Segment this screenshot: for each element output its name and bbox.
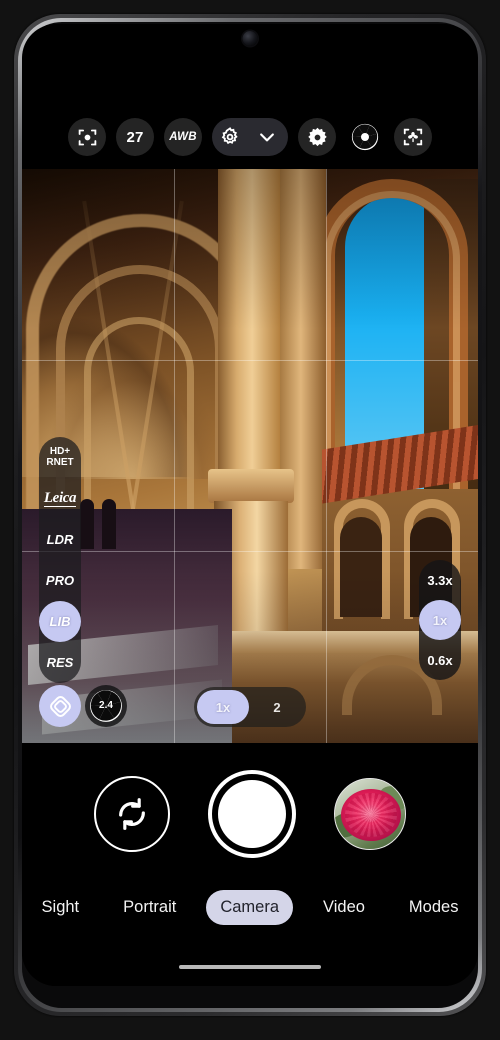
white-balance-button[interactable]: AWB — [164, 118, 202, 156]
lens-2-label: 2 — [273, 699, 281, 715]
settings-expand-group — [212, 118, 288, 156]
macro-flower-frame-icon[interactable] — [394, 118, 432, 156]
filter-diamond-icon[interactable] — [39, 685, 81, 727]
phone-screen: 27 AWB HD+ RNET Leica LDR PRO LIB RES 2.… — [22, 24, 478, 986]
mode-hd-rnet-button[interactable]: HD+ RNET — [39, 437, 81, 478]
mode-tab-video-label: Video — [323, 897, 365, 916]
gallery-thumbnail-button[interactable] — [334, 778, 406, 850]
notch-area — [22, 24, 478, 64]
zoom-3.3x-label: 3.3x — [427, 572, 453, 588]
mode-tab-modes[interactable]: Modes — [395, 890, 473, 925]
camera-top-toolbar: 27 AWB — [22, 107, 478, 167]
viewfinder-bottom-left-controls: 2.4 — [39, 685, 127, 727]
ai-scene-focus-frame-icon[interactable] — [68, 118, 106, 156]
shot-count-label: 27 — [126, 128, 144, 146]
mode-tab-camera[interactable]: Camera — [206, 889, 294, 925]
mode-tab-video[interactable]: Video — [309, 890, 379, 925]
mode-tab-portrait-label: Portrait — [123, 897, 177, 916]
lens-2-button[interactable]: 2 — [251, 690, 303, 724]
mode-ldr-label: LDR — [46, 531, 74, 547]
zoom-0.6x-label: 0.6x — [427, 652, 453, 668]
lens-1x-button[interactable]: 1x — [197, 690, 249, 724]
aperture-value-label: 2.4 — [99, 700, 113, 711]
camera-bottom-controls: Sight Portrait Camera Video Modes — [22, 743, 478, 986]
viewfinder-left-mode-strip: HD+ RNET Leica LDR PRO LIB RES — [39, 437, 81, 683]
mode-hd-rnet-label: HD+ RNET — [46, 446, 74, 468]
lens-1x-label: 1x — [215, 699, 231, 715]
waterdrop-notch — [213, 24, 287, 54]
zoom-0.6x-button[interactable]: 0.6x — [419, 640, 461, 680]
mode-pro-button[interactable]: PRO — [39, 560, 81, 601]
home-indicator[interactable] — [179, 965, 321, 969]
front-camera-lens-icon — [242, 31, 258, 46]
chevron-down-icon[interactable] — [248, 118, 286, 156]
shot-count-button[interactable]: 27 — [116, 118, 154, 156]
mode-leica-button[interactable]: Leica — [39, 478, 81, 519]
leica-logo: Leica — [43, 489, 77, 507]
aperture-icon[interactable] — [346, 118, 384, 156]
mode-res-label: RES — [46, 654, 74, 670]
camera-mode-selector: Sight Portrait Camera Video Modes — [22, 884, 478, 930]
mode-tab-camera-label: Camera — [220, 897, 280, 916]
camera-flip-icon[interactable] — [94, 776, 170, 852]
aperture-value-button[interactable]: 2.4 — [85, 685, 127, 727]
mode-pro-label: PRO — [45, 572, 75, 588]
mode-tab-sight-label: Sight — [41, 897, 80, 916]
zoom-1x-button[interactable]: 1x — [419, 600, 461, 640]
gear-outline-icon[interactable] — [214, 118, 246, 156]
viewfinder-live-preview — [22, 169, 478, 743]
mode-lib-label: LIB — [49, 613, 71, 629]
mode-tab-portrait[interactable]: Portrait — [109, 890, 190, 925]
white-balance-label: AWB — [169, 131, 197, 143]
mode-lib-button[interactable]: LIB — [39, 601, 81, 642]
shutter-row — [22, 764, 478, 864]
camera-viewfinder[interactable]: HD+ RNET Leica LDR PRO LIB RES 2.4 3.3x … — [22, 169, 478, 743]
mode-tab-sight[interactable]: Sight — [28, 890, 94, 925]
sun-gear-icon[interactable] — [298, 118, 336, 156]
mode-res-button[interactable]: RES — [39, 642, 81, 683]
shutter-button-inner — [218, 780, 286, 848]
shutter-button[interactable] — [208, 770, 296, 858]
zoom-level-strip: 3.3x 1x 0.6x — [419, 560, 461, 680]
mode-ldr-button[interactable]: LDR — [39, 519, 81, 560]
zoom-3.3x-button[interactable]: 3.3x — [419, 560, 461, 600]
mode-tab-modes-label: Modes — [408, 897, 459, 916]
zoom-1x-label: 1x — [432, 612, 448, 628]
lens-selector-pill: 1x 2 — [194, 687, 306, 727]
